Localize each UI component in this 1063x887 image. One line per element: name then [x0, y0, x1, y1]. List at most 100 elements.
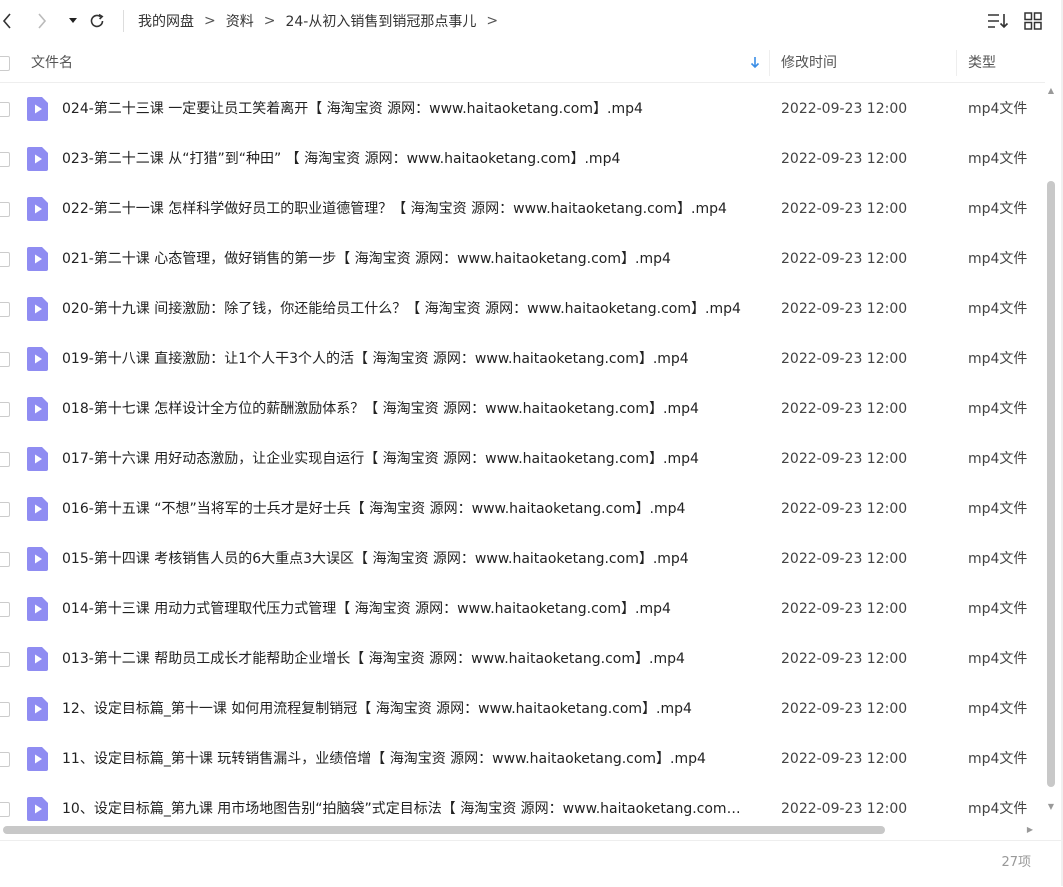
- file-mtime: 2022-09-23 12:00: [781, 101, 908, 117]
- file-row[interactable]: 12、设定目标篇_第十一课 如何用流程复制销冠【 海淘宝资 源网：www.hai…: [0, 684, 1045, 734]
- column-header-name[interactable]: 文件名: [31, 44, 73, 82]
- file-type: mp4文件: [968, 201, 1028, 217]
- sort-button[interactable]: [986, 9, 1010, 33]
- file-row[interactable]: 10、设定目标篇_第九课 用市场地图告别“拍脑袋”式定目标法【 海淘宝资 源网：…: [0, 784, 1045, 824]
- file-mtime: 2022-09-23 12:00: [781, 351, 908, 367]
- row-checkbox[interactable]: [0, 502, 10, 517]
- file-row[interactable]: 019-第十八课 直接激励：让1个人干3个人的活【 海淘宝资 源网：www.ha…: [0, 334, 1045, 384]
- item-count: 27项: [1001, 855, 1031, 870]
- file-type: mp4文件: [968, 451, 1028, 467]
- file-name[interactable]: 015-第十四课 考核销售人员的6大重点3大误区【 海淘宝资 源网：www.ha…: [62, 534, 752, 584]
- row-checkbox[interactable]: [0, 102, 10, 117]
- row-checkbox[interactable]: [0, 452, 10, 467]
- file-row[interactable]: 016-第十五课 “不想”当将军的士兵才是好士兵【 海淘宝资 源网：www.ha…: [0, 484, 1045, 534]
- file-type: mp4文件: [968, 401, 1028, 417]
- row-checkbox[interactable]: [0, 552, 10, 567]
- file-mtime: 2022-09-23 12:00: [781, 201, 908, 217]
- file-name[interactable]: 014-第十三课 用动力式管理取代压力式管理【 海淘宝资 源网：www.hait…: [62, 584, 752, 634]
- vertical-scroll-thumb[interactable]: [1047, 181, 1055, 787]
- file-mtime: 2022-09-23 12:00: [781, 751, 908, 767]
- file-row[interactable]: 013-第十二课 帮助员工成长才能帮助企业增长【 海淘宝资 源网：www.hai…: [0, 634, 1045, 684]
- row-checkbox[interactable]: [0, 702, 10, 717]
- file-row[interactable]: 024-第二十三课 一定要让员工笑着离开【 海淘宝资 源网：www.haitao…: [0, 84, 1045, 134]
- breadcrumb-item-current[interactable]: 24-从初入销售到销冠那点事儿: [285, 11, 476, 31]
- column-header-type[interactable]: 类型: [968, 44, 996, 82]
- back-button[interactable]: [0, 8, 14, 34]
- file-type: mp4文件: [968, 751, 1028, 767]
- view-mode-button[interactable]: [1021, 9, 1045, 33]
- file-name[interactable]: 022-第二十一课 怎样科学做好员工的职业道德管理？【 海淘宝资 源网：www.…: [62, 184, 752, 234]
- column-header-mtime[interactable]: 修改时间: [781, 44, 837, 82]
- select-all-checkbox[interactable]: [0, 56, 10, 71]
- file-row[interactable]: 018-第十七课 怎样设计全方位的薪酬激励体系？【 海淘宝资 源网：www.ha…: [0, 384, 1045, 434]
- file-list: 024-第二十三课 一定要让员工笑着离开【 海淘宝资 源网：www.haitao…: [0, 84, 1045, 824]
- breadcrumb-separator: >: [204, 13, 216, 29]
- file-name[interactable]: 10、设定目标篇_第九课 用市场地图告别“拍脑袋”式定目标法【 海淘宝资 源网：…: [62, 784, 752, 824]
- horizontal-scrollbar[interactable]: ▶: [0, 824, 1040, 836]
- video-file-icon: [27, 297, 48, 321]
- forward-button[interactable]: [34, 8, 50, 34]
- scroll-down-icon[interactable]: ▼: [1045, 802, 1057, 812]
- file-name[interactable]: 021-第二十课 心态管理，做好销售的第一步【 海淘宝资 源网：www.hait…: [62, 234, 752, 284]
- file-type: mp4文件: [968, 551, 1028, 567]
- breadcrumb-item-root[interactable]: 我的网盘: [138, 11, 194, 31]
- file-mtime: 2022-09-23 12:00: [781, 251, 908, 267]
- file-row[interactable]: 023-第二十二课 从“打猎”到“种田” 【 海淘宝资 源网：www.haita…: [0, 134, 1045, 184]
- row-checkbox[interactable]: [0, 202, 10, 217]
- file-name[interactable]: 023-第二十二课 从“打猎”到“种田” 【 海淘宝资 源网：www.haita…: [62, 134, 752, 184]
- file-mtime: 2022-09-23 12:00: [781, 301, 908, 317]
- video-file-icon: [27, 397, 48, 421]
- file-row[interactable]: 017-第十六课 用好动态激励，让企业实现自运行【 海淘宝资 源网：www.ha…: [0, 434, 1045, 484]
- file-name[interactable]: 017-第十六课 用好动态激励，让企业实现自运行【 海淘宝资 源网：www.ha…: [62, 434, 752, 484]
- refresh-icon: [90, 13, 104, 28]
- file-mtime: 2022-09-23 12:00: [781, 401, 908, 417]
- dropdown-triangle-icon: [69, 18, 77, 23]
- video-file-icon: [27, 597, 48, 621]
- file-name[interactable]: 11、设定目标篇_第十课 玩转销售漏斗，业绩倍增【 海淘宝资 源网：www.ha…: [62, 734, 752, 784]
- row-checkbox[interactable]: [0, 752, 10, 767]
- file-mtime: 2022-09-23 12:00: [781, 801, 908, 817]
- history-dropdown-button[interactable]: [66, 10, 80, 32]
- file-name[interactable]: 019-第十八课 直接激励：让1个人干3个人的活【 海淘宝资 源网：www.ha…: [62, 334, 752, 384]
- sort-arrow-icon[interactable]: [750, 44, 760, 82]
- file-row[interactable]: 11、设定目标篇_第十课 玩转销售漏斗，业绩倍增【 海淘宝资 源网：www.ha…: [0, 734, 1045, 784]
- file-name[interactable]: 018-第十七课 怎样设计全方位的薪酬激励体系？【 海淘宝资 源网：www.ha…: [62, 384, 752, 434]
- vertical-scrollbar[interactable]: ▲ ▼: [1045, 86, 1057, 814]
- column-divider[interactable]: [769, 50, 770, 76]
- file-name[interactable]: 016-第十五课 “不想”当将军的士兵才是好士兵【 海淘宝资 源网：www.ha…: [62, 484, 752, 534]
- status-bar: 27项: [0, 840, 1063, 887]
- breadcrumb-separator: >: [263, 13, 276, 29]
- chevron-right-icon: [38, 13, 47, 29]
- row-checkbox[interactable]: [0, 602, 10, 617]
- file-type: mp4文件: [968, 151, 1028, 167]
- file-mtime: 2022-09-23 12:00: [781, 651, 908, 667]
- row-checkbox[interactable]: [0, 802, 10, 817]
- file-row[interactable]: 014-第十三课 用动力式管理取代压力式管理【 海淘宝资 源网：www.hait…: [0, 584, 1045, 634]
- column-divider[interactable]: [956, 50, 957, 76]
- file-name[interactable]: 013-第十二课 帮助员工成长才能帮助企业增长【 海淘宝资 源网：www.hai…: [62, 634, 752, 684]
- refresh-button[interactable]: [86, 8, 108, 34]
- video-file-icon: [27, 697, 48, 721]
- row-checkbox[interactable]: [0, 402, 10, 417]
- row-checkbox[interactable]: [0, 652, 10, 667]
- file-name[interactable]: 020-第十九课 间接激励：除了钱，你还能给员工什么？【 海淘宝资 源网：www…: [62, 284, 752, 334]
- file-type: mp4文件: [968, 301, 1028, 317]
- breadcrumb-separator[interactable]: >: [486, 13, 498, 29]
- file-type: mp4文件: [968, 601, 1028, 617]
- file-row[interactable]: 022-第二十一课 怎样科学做好员工的职业道德管理？【 海淘宝资 源网：www.…: [0, 184, 1045, 234]
- video-file-icon: [27, 797, 48, 821]
- breadcrumb-item-folder[interactable]: 资料: [226, 11, 254, 31]
- row-checkbox[interactable]: [0, 352, 10, 367]
- file-row[interactable]: 015-第十四课 考核销售人员的6大重点3大误区【 海淘宝资 源网：www.ha…: [0, 534, 1045, 584]
- file-row[interactable]: 021-第二十课 心态管理，做好销售的第一步【 海淘宝资 源网：www.hait…: [0, 234, 1045, 284]
- file-name[interactable]: 12、设定目标篇_第十一课 如何用流程复制销冠【 海淘宝资 源网：www.hai…: [62, 684, 752, 734]
- scroll-up-icon[interactable]: ▲: [1045, 86, 1057, 96]
- file-name[interactable]: 024-第二十三课 一定要让员工笑着离开【 海淘宝资 源网：www.haitao…: [62, 84, 752, 134]
- video-file-icon: [27, 197, 48, 221]
- row-checkbox[interactable]: [0, 302, 10, 317]
- file-row[interactable]: 020-第十九课 间接激励：除了钱，你还能给员工什么？【 海淘宝资 源网：www…: [0, 284, 1045, 334]
- scroll-right-icon[interactable]: ▶: [1024, 824, 1036, 836]
- horizontal-scroll-thumb[interactable]: [3, 826, 885, 834]
- row-checkbox[interactable]: [0, 252, 10, 267]
- row-checkbox[interactable]: [0, 152, 10, 167]
